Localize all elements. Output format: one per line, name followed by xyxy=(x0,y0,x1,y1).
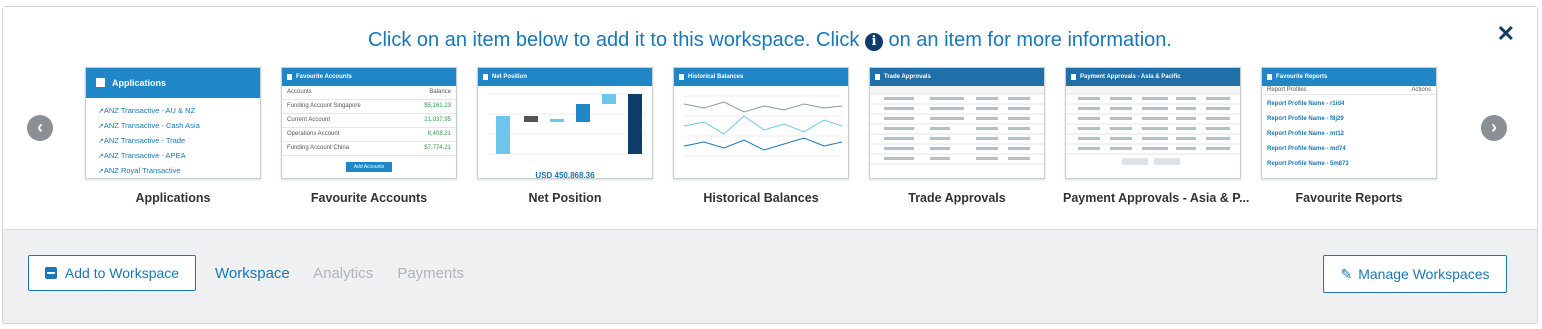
table-header: Accounts Balance xyxy=(282,86,456,100)
net-position-total: USD 450,868.36 xyxy=(535,171,595,179)
manage-workspaces-label: Manage Workspaces xyxy=(1358,266,1490,282)
list-item: ANZ Royal Transactive xyxy=(98,164,260,178)
table-row: Funding Account China $7,774.21 xyxy=(282,142,456,156)
list-item: ANZ Transactive - Cash Asia xyxy=(98,119,260,134)
account-name: Current Account xyxy=(287,117,331,123)
pencil-icon: ✎ xyxy=(1340,265,1353,282)
table-graphic xyxy=(1066,86,1240,165)
workspace-tabs: Workspace Analytics Payments xyxy=(215,265,484,282)
tab-payments[interactable]: Payments xyxy=(397,265,464,282)
widget-library-modal: Click on an item below to add it to this… xyxy=(2,6,1538,324)
account-name: Funding Account China xyxy=(287,145,350,151)
col-accounts: Accounts xyxy=(287,89,312,95)
tile-label: Favourite Accounts xyxy=(310,191,428,205)
net-position-thumbnail: Net Position USD 450,868.36 xyxy=(477,67,653,179)
add-to-workspace-label: Add to Workspace xyxy=(64,265,180,281)
list-item: Report Profile Name - 5m873 xyxy=(1267,161,1349,167)
widget-picker-panel: Click on an item below to add it to this… xyxy=(3,7,1537,230)
applications-list: ANZ Transactive - AU & NZ ANZ Transactiv… xyxy=(86,104,260,178)
list-item: Report Profile Name - r1id4 xyxy=(1267,101,1345,107)
add-to-workspace-button[interactable]: Add to Workspace xyxy=(28,255,196,291)
add-accounts-mini-button: Add Accounts xyxy=(346,162,392,172)
instruction-after: on an item for more information. xyxy=(888,29,1172,51)
tab-workspace[interactable]: Workspace xyxy=(215,265,290,282)
favourite-reports-thumbnail: Favourite Reports Report Profiles Action… xyxy=(1261,67,1437,179)
thumb-title: Historical Balances xyxy=(674,68,848,86)
info-icon: i xyxy=(864,33,883,51)
list-item: ANZ Transactive - Trade xyxy=(98,134,260,149)
tile-applications[interactable]: Applications ANZ Transactive - AU & NZ A… xyxy=(83,67,263,205)
waterfall-chart-graphic xyxy=(488,93,646,155)
tile-label: Net Position xyxy=(528,191,602,205)
thumb-title: Favourite Accounts xyxy=(282,68,456,86)
thumb-title: Applications xyxy=(86,68,260,98)
tile-favourite-reports[interactable]: Favourite Reports Report Profiles Action… xyxy=(1259,67,1439,205)
list-item: ANZ Transactive - APEA xyxy=(98,149,260,164)
tab-analytics[interactable]: Analytics xyxy=(313,265,373,282)
reports-header: Report Profiles Actions xyxy=(1262,86,1436,95)
table-row: Operations Account 8,408.21 xyxy=(282,128,456,142)
carousel-next-icon[interactable]: › xyxy=(1481,115,1507,141)
applications-thumbnail: Applications ANZ Transactive - AU & NZ A… xyxy=(85,67,261,179)
thumb-title: Payment Approvals - Asia & Pacific xyxy=(1066,68,1240,86)
instruction-text: Click on an item below to add it to this… xyxy=(3,29,1537,52)
tile-net-position[interactable]: Net Position USD 450,868.36 Net Position xyxy=(475,67,655,205)
tile-label: Applications xyxy=(135,191,211,205)
account-name: Operations Account xyxy=(287,131,340,137)
accounts-table: Accounts Balance Funding Account Singapo… xyxy=(282,86,456,156)
col-report-profiles: Report Profiles xyxy=(1267,87,1307,93)
account-balance: 21,037.95 xyxy=(424,117,451,123)
col-balance: Balance xyxy=(429,89,451,95)
tile-label: Payment Approvals - Asia & P... xyxy=(1063,191,1250,205)
list-item: Report Profile Name - md74 xyxy=(1267,146,1346,152)
list-item: Report Profile Name - f8j29 xyxy=(1267,116,1344,122)
tile-label: Historical Balances xyxy=(703,191,819,205)
tile-payment-approvals[interactable]: Payment Approvals - Asia & Pacific Payme… xyxy=(1063,67,1250,205)
account-balance: $7,774.21 xyxy=(424,145,451,151)
tile-label: Favourite Reports xyxy=(1295,191,1403,205)
close-icon[interactable]: ✕ xyxy=(1497,21,1515,47)
thumb-title: Trade Approvals xyxy=(870,68,1044,86)
thumb-title: Favourite Reports xyxy=(1262,68,1436,86)
reports-list: Report Profile Name - r1id4 Report Profi… xyxy=(1262,95,1436,174)
list-item: Report Profile Name - mt12 xyxy=(1267,131,1345,137)
favourite-accounts-thumbnail: Favourite Accounts Accounts Balance Fund… xyxy=(281,67,457,179)
tile-trade-approvals[interactable]: Trade Approvals Trade Approvals xyxy=(867,67,1047,205)
trade-approvals-thumbnail: Trade Approvals xyxy=(869,67,1045,179)
col-actions: Actions xyxy=(1411,87,1431,93)
payment-approvals-thumbnail: Payment Approvals - Asia & Pacific xyxy=(1065,67,1241,179)
instruction-before: Click on an item below to add it to this… xyxy=(368,29,860,51)
account-balance: $5,161.23 xyxy=(424,103,451,109)
historical-balances-thumbnail: Historical Balances xyxy=(673,67,849,179)
table-row: Funding Account Singapore $5,161.23 xyxy=(282,100,456,114)
line-chart-graphic xyxy=(683,95,843,157)
manage-workspaces-button[interactable]: ✎ Manage Workspaces xyxy=(1323,255,1507,293)
thumb-title: Net Position xyxy=(478,68,652,86)
tile-historical-balances[interactable]: Historical Balances Historical Balances xyxy=(671,67,851,205)
workspace-footer: Add to Workspace Workspace Analytics Pay… xyxy=(3,229,1537,324)
carousel-prev-icon[interactable]: ‹ xyxy=(27,115,53,141)
list-item: ANZ Transactive - AU & NZ xyxy=(98,104,260,119)
table-graphic xyxy=(870,86,1044,165)
tile-favourite-accounts[interactable]: Favourite Accounts Accounts Balance Fund… xyxy=(279,67,459,205)
account-balance: 8,408.21 xyxy=(427,131,451,137)
account-name: Funding Account Singapore xyxy=(287,103,361,109)
tile-label: Trade Approvals xyxy=(908,191,1006,205)
minus-square-icon xyxy=(44,267,57,279)
table-row: Current Account 21,037.95 xyxy=(282,114,456,128)
